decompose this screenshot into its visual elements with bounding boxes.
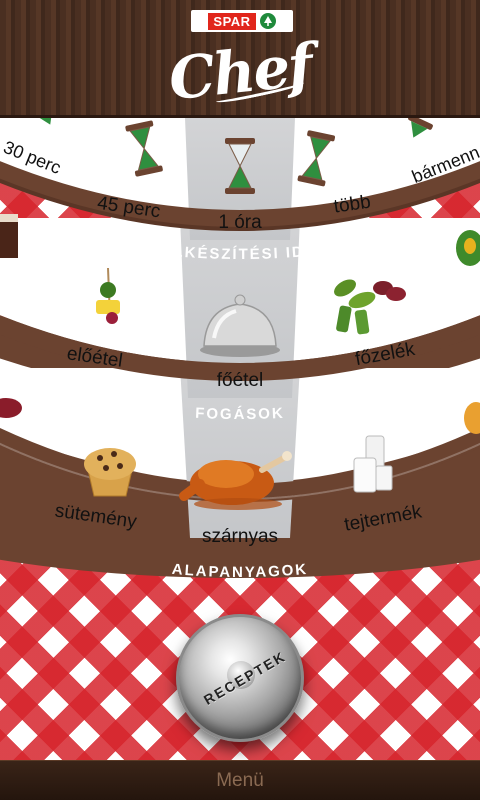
spar-brand-text: SPAR — [208, 12, 256, 30]
dial-stage: ELKÉSZÍTÉSI IDŐ FOGÁSOK ALAPANYAGOK 1 ór… — [0, 118, 480, 760]
svg-text:FOGÁSOK: FOGÁSOK — [195, 405, 285, 423]
dial-2-name: FOGÁSOK — [195, 405, 283, 423]
app-title: Chef — [165, 30, 315, 114]
footer-bar: Menü — [0, 760, 480, 800]
menu-button[interactable]: Menü — [216, 770, 264, 792]
recipes-bell-button[interactable]: RECEPTEK — [176, 614, 304, 742]
dial-label-fogasok: FOGÁSOK — [195, 405, 285, 423]
header-bar: SPAR Chef — [0, 0, 480, 118]
cake-icon — [0, 214, 18, 258]
time-option[interactable]: 1 óra — [218, 212, 262, 233]
ingredient-option[interactable]: szárnyas — [202, 526, 278, 547]
course-option[interactable]: főétel — [217, 370, 263, 391]
spar-tree-icon — [259, 13, 276, 29]
bell-label: RECEPTEK — [200, 647, 289, 708]
